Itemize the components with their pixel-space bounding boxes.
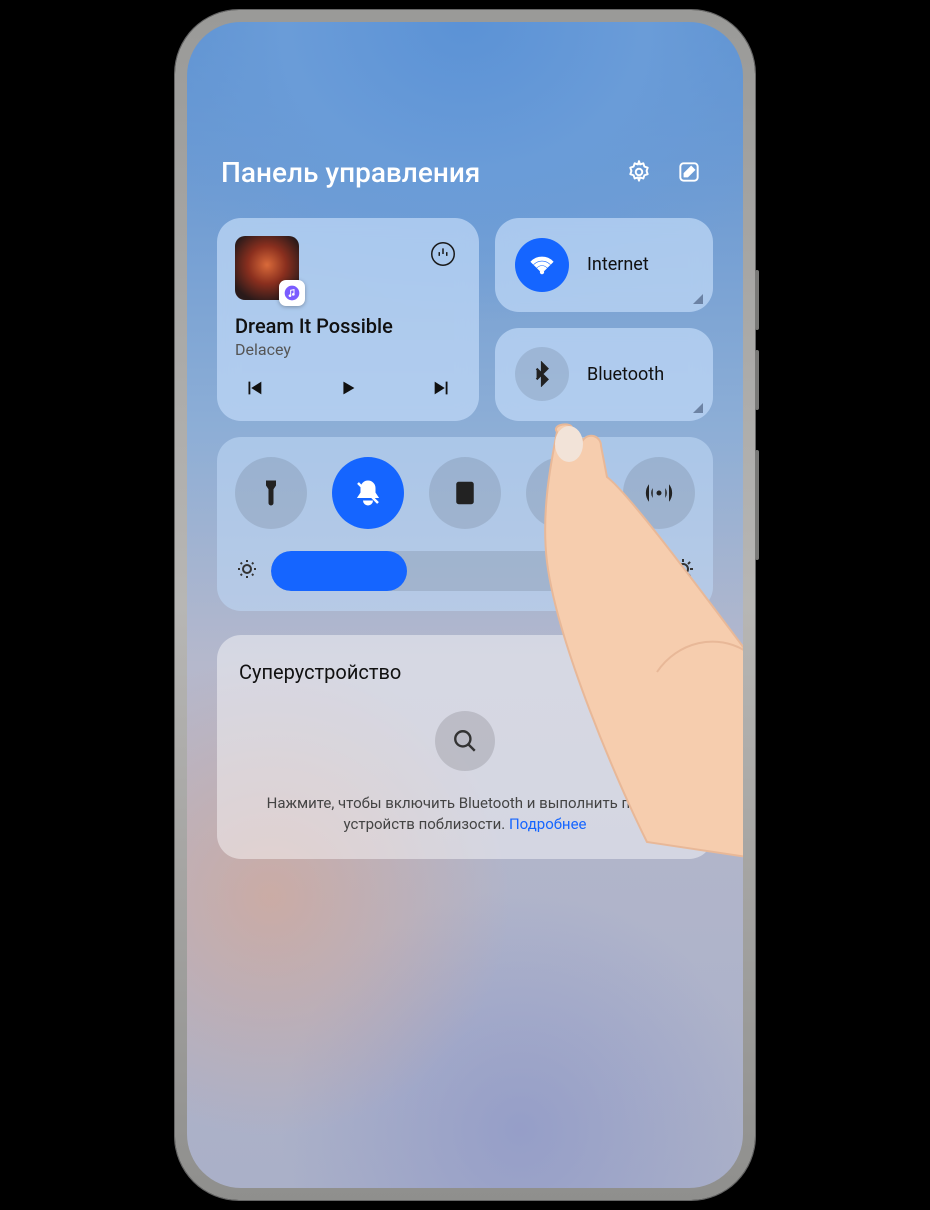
edit-button[interactable]: [669, 152, 709, 192]
search-icon: [452, 728, 478, 754]
bluetooth-label: Bluetooth: [587, 364, 664, 385]
album-art: [235, 236, 299, 300]
volume-down-button[interactable]: [755, 350, 759, 410]
bluetooth-icon: [515, 347, 569, 401]
skip-previous-icon: [243, 377, 265, 399]
gear-icon: [626, 159, 652, 185]
wifi-icon: [515, 238, 569, 292]
volume-up-button[interactable]: [755, 270, 759, 330]
expand-indicator-icon: [693, 294, 703, 304]
play-pause-button[interactable]: [337, 377, 359, 403]
hint-link[interactable]: Подробнее: [509, 815, 587, 833]
hint-text: Нажмите, чтобы включить Bluetooth и выпо…: [267, 794, 664, 833]
close-icon: [669, 659, 691, 681]
quick-settings-panel: [217, 437, 713, 611]
super-device-card: Суперустройство Нажмите, чтобы включить …: [217, 635, 713, 859]
internet-label: Internet: [587, 254, 649, 275]
flashlight-toggle[interactable]: [235, 457, 307, 529]
screenshot-icon: [547, 478, 577, 508]
previous-track-button[interactable]: [243, 377, 265, 403]
power-button[interactable]: [755, 450, 759, 560]
audio-cast-icon: [428, 239, 458, 269]
quick-toggle-3[interactable]: [429, 457, 501, 529]
expand-indicator-icon: [693, 403, 703, 413]
audio-output-button[interactable]: [425, 236, 461, 272]
skip-next-icon: [431, 377, 453, 399]
track-artist: Delacey: [235, 340, 461, 359]
do-not-disturb-toggle[interactable]: [332, 457, 404, 529]
broadcast-icon: [644, 478, 674, 508]
internet-toggle[interactable]: Internet: [495, 218, 713, 312]
track-title: Dream It Possible: [235, 314, 461, 338]
phone-frame: Панель управления: [175, 10, 755, 1200]
device-icon: [450, 478, 480, 508]
control-panel-header: Панель управления: [217, 152, 713, 192]
brightness-low-icon: [235, 557, 259, 585]
bluetooth-toggle[interactable]: Bluetooth: [495, 328, 713, 422]
close-button[interactable]: [669, 659, 691, 685]
brightness-high-icon: [671, 557, 695, 585]
edit-icon: [676, 159, 702, 185]
music-note-icon: [284, 285, 300, 301]
flashlight-icon: [256, 478, 286, 508]
brightness-fill: [271, 551, 407, 591]
page-title: Панель управления: [221, 156, 609, 189]
screen: Панель управления: [187, 22, 743, 1188]
hotspot-toggle[interactable]: [623, 457, 695, 529]
play-icon: [337, 377, 359, 399]
brightness-slider-row: [235, 551, 695, 591]
music-app-badge: [279, 280, 305, 306]
brightness-slider[interactable]: [271, 551, 659, 591]
super-device-title: Суперустройство: [239, 660, 401, 684]
settings-button[interactable]: [619, 152, 659, 192]
bell-off-icon: [353, 478, 383, 508]
next-track-button[interactable]: [431, 377, 453, 403]
search-devices-button[interactable]: [435, 711, 495, 771]
screenshot-toggle[interactable]: [526, 457, 598, 529]
media-player-card[interactable]: Dream It Possible Delacey: [217, 218, 479, 421]
super-device-hint: Нажмите, чтобы включить Bluetooth и выпо…: [239, 793, 691, 835]
